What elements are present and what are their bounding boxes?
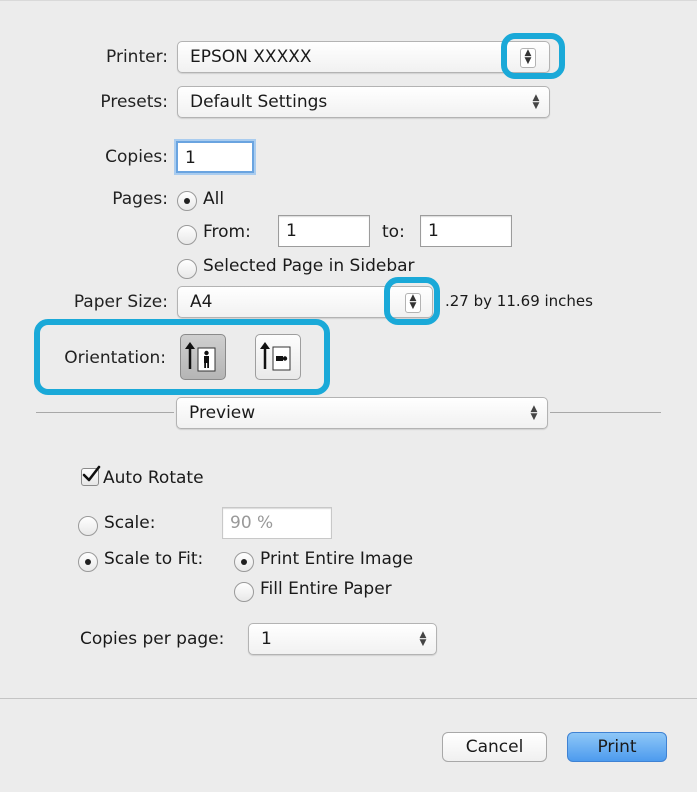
paper-size-value: A4 [190,292,213,312]
print-button[interactable]: Print [567,732,667,762]
printer-stepper-icon[interactable]: ▲ ▼ [520,48,536,68]
scale-field[interactable]: 90 % [222,507,332,539]
scale-radio[interactable] [78,516,98,536]
section-value: Preview [189,403,256,423]
pages-from-radio[interactable] [177,225,197,245]
section-divider-right [550,412,661,413]
presets-label: Presets: [100,92,168,112]
orientation-label: Orientation: [64,348,166,368]
pages-all-label: All [203,189,225,209]
section-popup[interactable]: Preview ▲ ▼ [176,397,548,429]
paper-size-stepper-icon[interactable]: ▲ ▼ [405,293,421,313]
copies-per-page-label: Copies per page: [80,629,225,649]
presets-stepper-icon: ▲ ▼ [532,93,540,111]
printer-popup[interactable]: EPSON XXXXX [177,41,550,73]
checkmark-icon [82,465,101,482]
print-entire-image-label: Print Entire Image [260,549,414,569]
print-dialog: Printer: EPSON XXXXX ▲ ▼ Presets: Default… [0,0,697,792]
portrait-orientation-button[interactable] [180,334,226,380]
copies-label: Copies: [105,147,168,167]
presets-value: Default Settings [190,92,328,112]
scale-to-fit-radio[interactable] [78,552,98,572]
paper-size-label: Paper Size: [73,292,168,312]
landscape-orientation-button[interactable] [255,334,301,380]
print-entire-image-radio[interactable] [234,552,254,572]
auto-rotate-checkbox[interactable] [81,465,101,486]
pages-from-field[interactable]: 1 [278,215,370,247]
printer-value: EPSON XXXXX [190,47,312,67]
pages-selected-label: Selected Page in Sidebar [203,256,415,276]
auto-rotate-label: Auto Rotate [103,468,204,488]
scale-label: Scale: [104,513,156,533]
landscape-icon [260,342,291,371]
copies-per-page-popup[interactable]: 1 ▲ ▼ [248,623,437,655]
presets-popup[interactable]: Default Settings ▲ ▼ [177,86,550,118]
portrait-icon [185,342,216,372]
pages-selected-radio[interactable] [177,259,197,279]
section-stepper-icon: ▲ ▼ [530,404,538,422]
pages-from-label: From: [203,222,251,242]
copies-per-page-stepper-icon: ▲ ▼ [419,630,427,648]
pages-to-field[interactable]: 1 [420,215,512,247]
printer-label: Printer: [106,47,168,67]
copies-field[interactable]: 1 [176,141,254,173]
pages-to-label: to: [382,222,405,242]
pages-all-radio[interactable] [177,191,197,211]
copies-per-page-value: 1 [261,629,272,649]
cancel-button[interactable]: Cancel [442,732,547,762]
section-divider-left [36,412,174,413]
bottom-divider [0,698,697,699]
scale-to-fit-label: Scale to Fit: [104,549,204,569]
fill-entire-paper-label: Fill Entire Paper [260,579,392,599]
fill-entire-paper-radio[interactable] [234,582,254,602]
pages-label: Pages: [112,189,168,209]
paper-size-dimensions: .27 by 11.69 inches [445,292,593,310]
